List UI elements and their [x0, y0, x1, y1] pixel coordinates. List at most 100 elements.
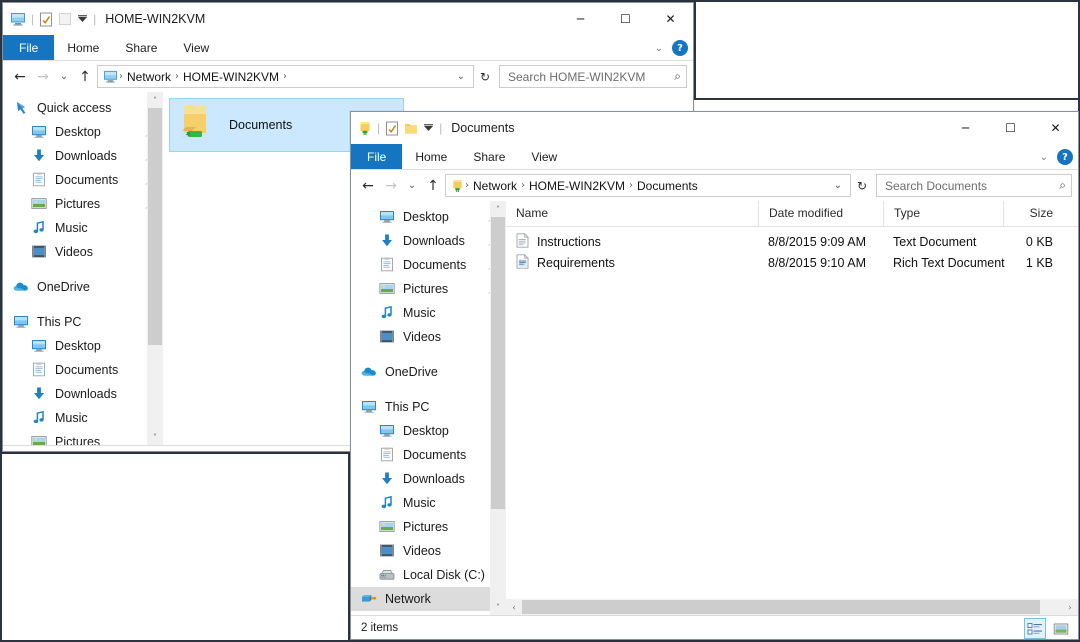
tab-share[interactable]: Share: [112, 35, 170, 60]
refresh-button[interactable]: ↻: [852, 174, 872, 197]
new-folder-icon[interactable]: [58, 12, 72, 26]
window1-address-bar[interactable]: ← → ⌄ ↑ › Network › HOME-WIN2KVM › ⌄ ↻ S…: [3, 61, 693, 92]
search-input[interactable]: Search Documents: [885, 179, 1059, 193]
crumb-network[interactable]: Network: [123, 70, 175, 84]
large-icons-view-button[interactable]: [1050, 618, 1072, 639]
expand-ribbon-icon[interactable]: ⌄: [1040, 152, 1048, 163]
window1-caption-buttons[interactable]: ─ ☐ ✕: [558, 3, 693, 35]
cell-name[interactable]: Requirements: [506, 253, 758, 272]
properties-icon[interactable]: [39, 12, 53, 27]
hscroll-track[interactable]: [522, 599, 1062, 615]
scroll-right-icon[interactable]: ›: [1062, 599, 1078, 615]
scroll-track[interactable]: [490, 217, 506, 599]
window2-ribbon-right[interactable]: ⌄ ?: [1040, 144, 1073, 170]
recent-locations-button[interactable]: ⌄: [403, 174, 421, 198]
window1-quick-access-toolbar[interactable]: | |: [3, 12, 96, 27]
sidebar-item-desktop[interactable]: Desktop📌: [351, 205, 506, 229]
sidebar-item-downloads[interactable]: Downloads: [351, 467, 506, 491]
sidebar-item-onedrive[interactable]: OneDrive: [351, 360, 506, 384]
up-button[interactable]: ↑: [422, 174, 444, 198]
explorer-window-documents[interactable]: | | Documents ─ ☐ ✕ File Home Share View…: [350, 111, 1079, 640]
help-icon[interactable]: ?: [672, 40, 688, 56]
sidebar-item-music[interactable]: Music: [351, 491, 506, 515]
sidebar-item-pictures[interactable]: Pictures: [351, 515, 506, 539]
window2-quick-access-toolbar[interactable]: | |: [351, 121, 442, 136]
sidebar-item-music[interactable]: Music: [3, 406, 163, 430]
table-row[interactable]: Instructions 8/8/2015 9:09 AM Text Documen…: [506, 231, 1078, 252]
window2-ribbon-tabs[interactable]: File Home Share View ⌄ ?: [351, 144, 1078, 170]
hscroll-thumb[interactable]: [522, 600, 1040, 614]
window2-breadcrumb[interactable]: › Network › HOME-WIN2KVM › Documents ⌄: [445, 174, 851, 197]
window2-crumb-list[interactable]: › Network › HOME-WIN2KVM › Documents: [465, 179, 829, 193]
breadcrumb-root-icon[interactable]: [451, 179, 464, 193]
window2-nav-scrollbar[interactable]: ˄ ˅: [490, 201, 506, 615]
search-icon[interactable]: ⌕: [1059, 178, 1066, 193]
cell-name[interactable]: Instructions: [506, 232, 758, 251]
window2-titlebar[interactable]: | | Documents ─ ☐ ✕: [351, 112, 1078, 144]
window2-row-container[interactable]: Instructions 8/8/2015 9:09 AM Text Documen…: [506, 227, 1078, 273]
up-button[interactable]: ↑: [74, 65, 96, 89]
window2-file-list[interactable]: Name ˄ Date modified Type Size Instructions 8…: [506, 201, 1078, 615]
search-icon[interactable]: ⌕: [674, 69, 681, 84]
tab-home[interactable]: Home: [402, 144, 460, 169]
crumb-documents[interactable]: Documents: [633, 179, 702, 193]
window2-address-bar[interactable]: ← → ⌄ ↑ › Network › HOME-WIN2KVM › Docum…: [351, 170, 1078, 201]
details-view-button[interactable]: [1024, 618, 1046, 639]
address-dropdown-icon[interactable]: ⌄: [829, 180, 847, 191]
sidebar-item-desktop[interactable]: Desktop: [3, 334, 163, 358]
sidebar-item-downloads[interactable]: Downloads: [3, 382, 163, 406]
window1-ribbon-right[interactable]: ⌄ ?: [655, 35, 688, 61]
close-button[interactable]: ✕: [648, 3, 693, 35]
window2-column-headers[interactable]: Name ˄ Date modified Type Size: [506, 201, 1078, 227]
sidebar-item-music[interactable]: Music: [3, 216, 163, 240]
crumb-home-win2kvm[interactable]: HOME-WIN2KVM: [179, 70, 283, 84]
sidebar-item-downloads[interactable]: Downloads📌: [351, 229, 506, 253]
window1-search-box[interactable]: Search HOME-WIN2KVM ⌕: [499, 65, 687, 88]
sidebar-item-this-pc[interactable]: This PC: [351, 395, 506, 419]
recent-locations-button[interactable]: ⌄: [55, 65, 73, 89]
scroll-thumb[interactable]: [148, 108, 162, 345]
sidebar-item-documents[interactable]: Documents: [351, 443, 506, 467]
scroll-up-icon[interactable]: ˄: [490, 201, 506, 217]
column-header-name[interactable]: Name ˄: [506, 201, 758, 226]
tab-file[interactable]: File: [3, 35, 55, 60]
tab-file[interactable]: File: [351, 144, 403, 169]
chevron-down-icon[interactable]: [423, 123, 434, 133]
column-header-date-modified[interactable]: Date modified: [758, 201, 883, 226]
this-pc-icon[interactable]: [10, 12, 26, 26]
shared-folder-icon[interactable]: [358, 121, 372, 136]
back-button[interactable]: ←: [9, 65, 31, 89]
properties-icon[interactable]: [385, 121, 399, 136]
window2-caption-buttons[interactable]: ─ ☐ ✕: [943, 112, 1078, 144]
minimize-button[interactable]: ─: [558, 3, 603, 35]
sidebar-item-pictures[interactable]: Pictures📌: [351, 277, 506, 301]
scroll-thumb[interactable]: [491, 217, 505, 509]
sidebar-item-pictures[interactable]: Pictures📌: [3, 192, 163, 216]
sidebar-item-desktop[interactable]: Desktop: [351, 419, 506, 443]
window2-horizontal-scrollbar[interactable]: ‹ ›: [506, 599, 1078, 615]
refresh-button[interactable]: ↻: [475, 65, 495, 88]
back-button[interactable]: ←: [357, 174, 379, 198]
chevron-down-icon[interactable]: [77, 14, 88, 24]
help-icon[interactable]: ?: [1057, 149, 1073, 165]
crumb-home-win2kvm[interactable]: HOME-WIN2KVM: [525, 179, 629, 193]
window1-titlebar[interactable]: | | HOME-WIN2KVM ─ ☐ ✕: [3, 3, 693, 35]
tab-view[interactable]: View: [170, 35, 222, 60]
sidebar-item-videos[interactable]: Videos: [351, 539, 506, 563]
window1-breadcrumb[interactable]: › Network › HOME-WIN2KVM › ⌄: [97, 65, 474, 88]
tab-share[interactable]: Share: [460, 144, 518, 169]
expand-ribbon-icon[interactable]: ⌄: [655, 43, 663, 54]
window1-nav-scrollbar[interactable]: ˄ ˅: [147, 92, 163, 445]
scroll-left-icon[interactable]: ‹: [506, 599, 522, 615]
sidebar-item-documents[interactable]: Documents📌: [3, 168, 163, 192]
window1-crumb-list[interactable]: › Network › HOME-WIN2KVM ›: [119, 70, 452, 84]
sidebar-item-music[interactable]: Music: [351, 301, 506, 325]
window1-ribbon-tabs[interactable]: File Home Share View ⌄ ?: [3, 35, 693, 61]
sidebar-item-local-disk-c[interactable]: Local Disk (C:): [351, 563, 506, 587]
scroll-track[interactable]: [147, 108, 163, 429]
column-header-size[interactable]: Size: [1003, 201, 1063, 226]
scroll-down-icon[interactable]: ˅: [490, 599, 506, 615]
window2-view-toggles[interactable]: [1024, 616, 1072, 639]
window1-navigation-pane[interactable]: Quick access Desktop📌Downloads📌Documents📌…: [3, 92, 163, 445]
sidebar-item-onedrive[interactable]: OneDrive: [3, 275, 163, 299]
